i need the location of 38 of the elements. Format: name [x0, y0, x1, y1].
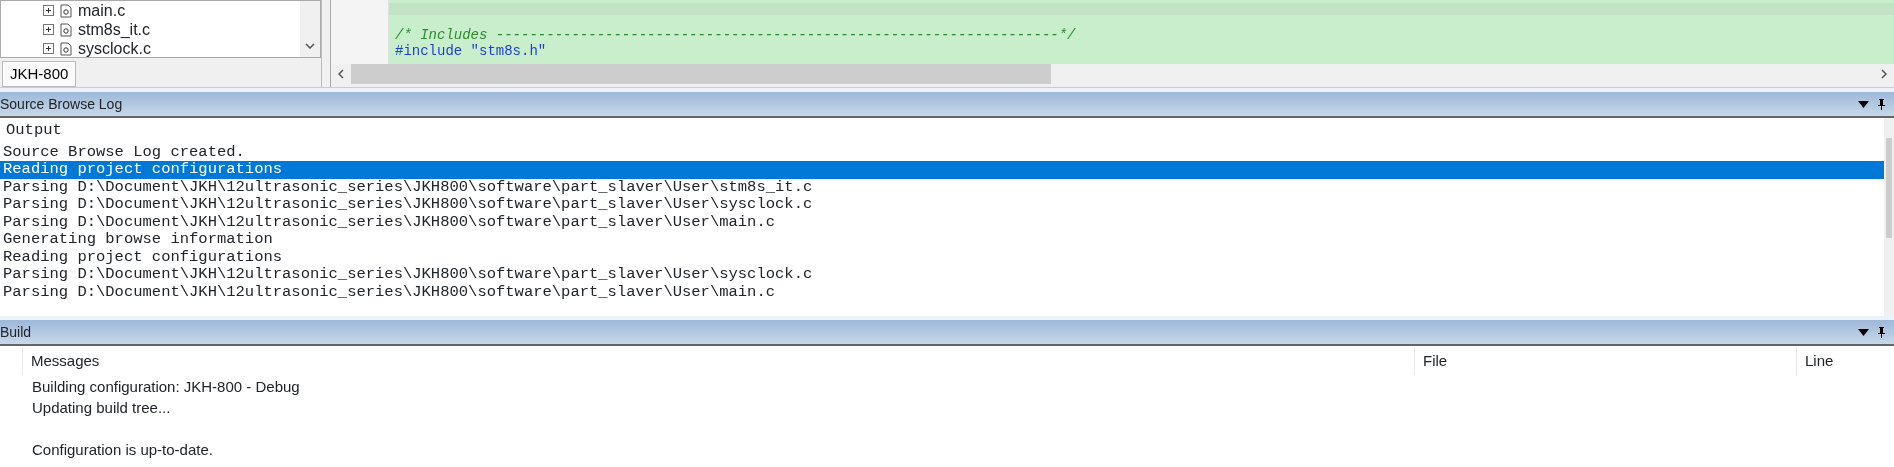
code-line: #include "stm8s.h" [394, 43, 548, 59]
tree-item[interactable]: stm8s_it.c [78, 20, 150, 39]
scroll-left-icon[interactable] [338, 69, 344, 79]
dropdown-icon[interactable] [1858, 328, 1869, 336]
tree-item[interactable]: main.c [78, 1, 126, 20]
log-line[interactable]: Parsing D:\Document\JKH\12ultrasonic_series\JKH800\software\part_slaver\User\main.c [0, 283, 1884, 301]
build-message: Configuration is up-to-date. [32, 441, 213, 458]
output-heading: Output [5, 122, 63, 140]
code-line: /* Includes -------------------------------------------------------------------*/ [394, 27, 1077, 43]
tree-item[interactable]: sysclock.c [78, 39, 151, 57]
log-line[interactable]: Parsing D:\Document\JKH\12ultrasonic_series\JKH800\software\part_slaver\User\sysclock.c [0, 266, 1884, 284]
scroll-down-icon[interactable] [305, 42, 315, 49]
column-header[interactable]: File [1423, 352, 1448, 369]
c-file-icon [60, 3, 72, 18]
log-line[interactable]: Reading project configurations [0, 248, 1884, 266]
workspace-tab[interactable]: JKH-800 [2, 60, 77, 87]
c-file-icon [60, 22, 72, 37]
log-line[interactable]: Source Browse Log created. [0, 143, 1884, 161]
scrollbar-thumb[interactable] [351, 64, 1051, 84]
pin-icon[interactable] [1877, 326, 1886, 338]
log-line[interactable]: Parsing D:\Document\JKH\12ultrasonic_series\JKH800\software\part_slaver\User\stm8s_it.c [0, 178, 1884, 196]
scrollbar-thumb[interactable] [1886, 138, 1892, 238]
panel-title: Source Browse Log [0, 94, 124, 114]
expand-icon[interactable] [43, 43, 54, 54]
build-message: Updating build tree... [32, 399, 171, 416]
column-header[interactable]: Line [1805, 352, 1834, 369]
expand-icon[interactable] [43, 5, 54, 16]
pin-icon[interactable] [1877, 98, 1886, 110]
log-line[interactable]: Parsing D:\Document\JKH\12ultrasonic_series\JKH800\software\part_slaver\User\sysclock.c [0, 196, 1884, 214]
log-line[interactable]: Generating browse information [0, 231, 1884, 249]
panel-title: Build [0, 322, 33, 342]
build-message: Building configuration: JKH-800 - Debug [32, 378, 300, 395]
expand-icon[interactable] [43, 24, 54, 35]
column-header[interactable]: Messages [31, 352, 100, 369]
code-area[interactable]: /* Includes -------------------------------------------------------------------*/ #include "stm8s.h" [389, 0, 1894, 64]
dropdown-icon[interactable] [1858, 100, 1869, 108]
log-line[interactable]: Parsing D:\Document\JKH\12ultrasonic_series\JKH800\software\part_slaver\User\main.c [0, 213, 1884, 231]
scroll-right-icon[interactable] [1881, 69, 1887, 79]
